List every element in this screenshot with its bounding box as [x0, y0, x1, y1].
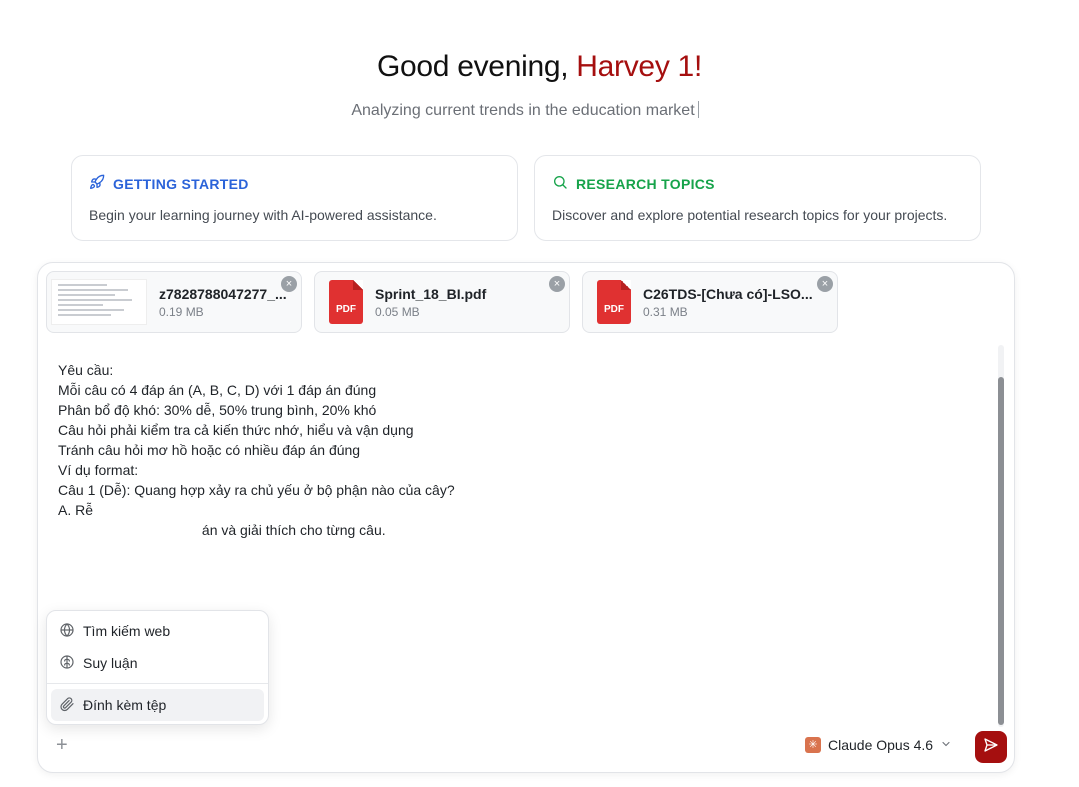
model-selector[interactable]: ✳ Claude Opus 4.6	[805, 737, 952, 753]
menu-item-attach-file[interactable]: Đính kèm tệp	[51, 689, 264, 721]
remove-attachment-icon[interactable]: ×	[549, 276, 565, 292]
attachment-name: z7828788047277_...	[159, 285, 287, 302]
attachment-chip[interactable]: PDF Sprint_18_BI.pdf 0.05 MB ×	[314, 271, 570, 333]
card-title: GETTING STARTED	[113, 175, 249, 192]
image-thumbnail	[51, 279, 147, 325]
message-line: Ví dụ format:	[58, 462, 139, 478]
research-topics-card[interactable]: RESEARCH TOPICS Discover and explore pot…	[534, 155, 981, 241]
rocket-icon	[89, 174, 105, 193]
message-line: án và giải thích cho từng câu.	[58, 522, 386, 538]
message-line: Yêu cầu:	[58, 362, 114, 378]
card-description: Begin your learning journey with AI-powe…	[89, 207, 437, 223]
send-icon	[983, 737, 999, 758]
attachment-chip[interactable]: PDF C26TDS-[Chưa có]-LSO... 0.31 MB ×	[582, 271, 838, 333]
send-button[interactable]	[975, 731, 1007, 763]
menu-item-label: Đính kèm tệp	[83, 697, 167, 713]
message-line: A. Rễ	[58, 502, 94, 518]
plus-icon[interactable]: +	[56, 735, 72, 755]
text-caret	[697, 101, 699, 118]
getting-started-card[interactable]: GETTING STARTED Begin your learning jour…	[71, 155, 518, 241]
tools-menu: Tìm kiếm web Suy luận Đính kèm tệp	[46, 610, 269, 725]
subtitle-text: Analyzing current trends in the educatio…	[351, 102, 695, 119]
typing-subtitle: Analyzing current trends in the educatio…	[0, 101, 1050, 120]
scrollbar-thumb[interactable]	[998, 377, 1004, 725]
menu-item-web-search[interactable]: Tìm kiếm web	[51, 615, 264, 647]
model-name: Claude Opus 4.6	[828, 737, 934, 753]
card-description: Discover and explore potential research …	[552, 207, 948, 223]
remove-attachment-icon[interactable]: ×	[281, 276, 297, 292]
message-line: Câu 1 (Dễ): Quang hợp xảy ra chủ yếu ở b…	[58, 482, 455, 498]
menu-item-label: Suy luận	[83, 655, 138, 671]
remove-attachment-icon[interactable]: ×	[817, 276, 833, 292]
claude-logo-icon: ✳	[805, 737, 821, 753]
attachment-name: Sprint_18_BI.pdf	[375, 285, 487, 302]
pdf-file-icon: PDF	[329, 280, 363, 324]
menu-item-reasoning[interactable]: Suy luận	[51, 647, 264, 679]
message-line: Mỗi câu có 4 đáp án (A, B, C, D) với 1 đ…	[58, 382, 377, 398]
user-name: Harvey 1!	[576, 50, 702, 83]
attachment-chip[interactable]: z7828788047277_... 0.19 MB ×	[46, 271, 302, 333]
attachment-size: 0.31 MB	[643, 304, 688, 319]
attachment-size: 0.19 MB	[159, 304, 204, 319]
chevron-down-icon	[940, 737, 952, 753]
pdf-file-icon: PDF	[597, 280, 631, 324]
globe-icon	[59, 622, 75, 641]
menu-divider	[47, 683, 268, 684]
attachment-size: 0.05 MB	[375, 304, 420, 319]
greeting-prefix: Good evening,	[377, 50, 577, 83]
message-line: Phân bổ độ khó: 30% dễ, 50% trung bình, …	[58, 402, 377, 418]
message-line: Câu hỏi phải kiểm tra cả kiến thức nhớ, …	[58, 422, 414, 438]
paperclip-icon	[59, 696, 75, 715]
chat-composer: z7828788047277_... 0.19 MB × PDF Sprint_…	[37, 262, 1015, 773]
card-title: RESEARCH TOPICS	[576, 175, 715, 192]
greeting-title: Good evening, Harvey 1!	[0, 50, 1079, 84]
message-line: Tránh câu hỏi mơ hồ hoặc có nhiều đáp án…	[58, 442, 361, 458]
attachment-name: C26TDS-[Chưa có]-LSO...	[643, 285, 813, 302]
menu-item-label: Tìm kiếm web	[83, 623, 171, 639]
search-icon	[552, 174, 568, 193]
brain-icon	[59, 654, 75, 673]
